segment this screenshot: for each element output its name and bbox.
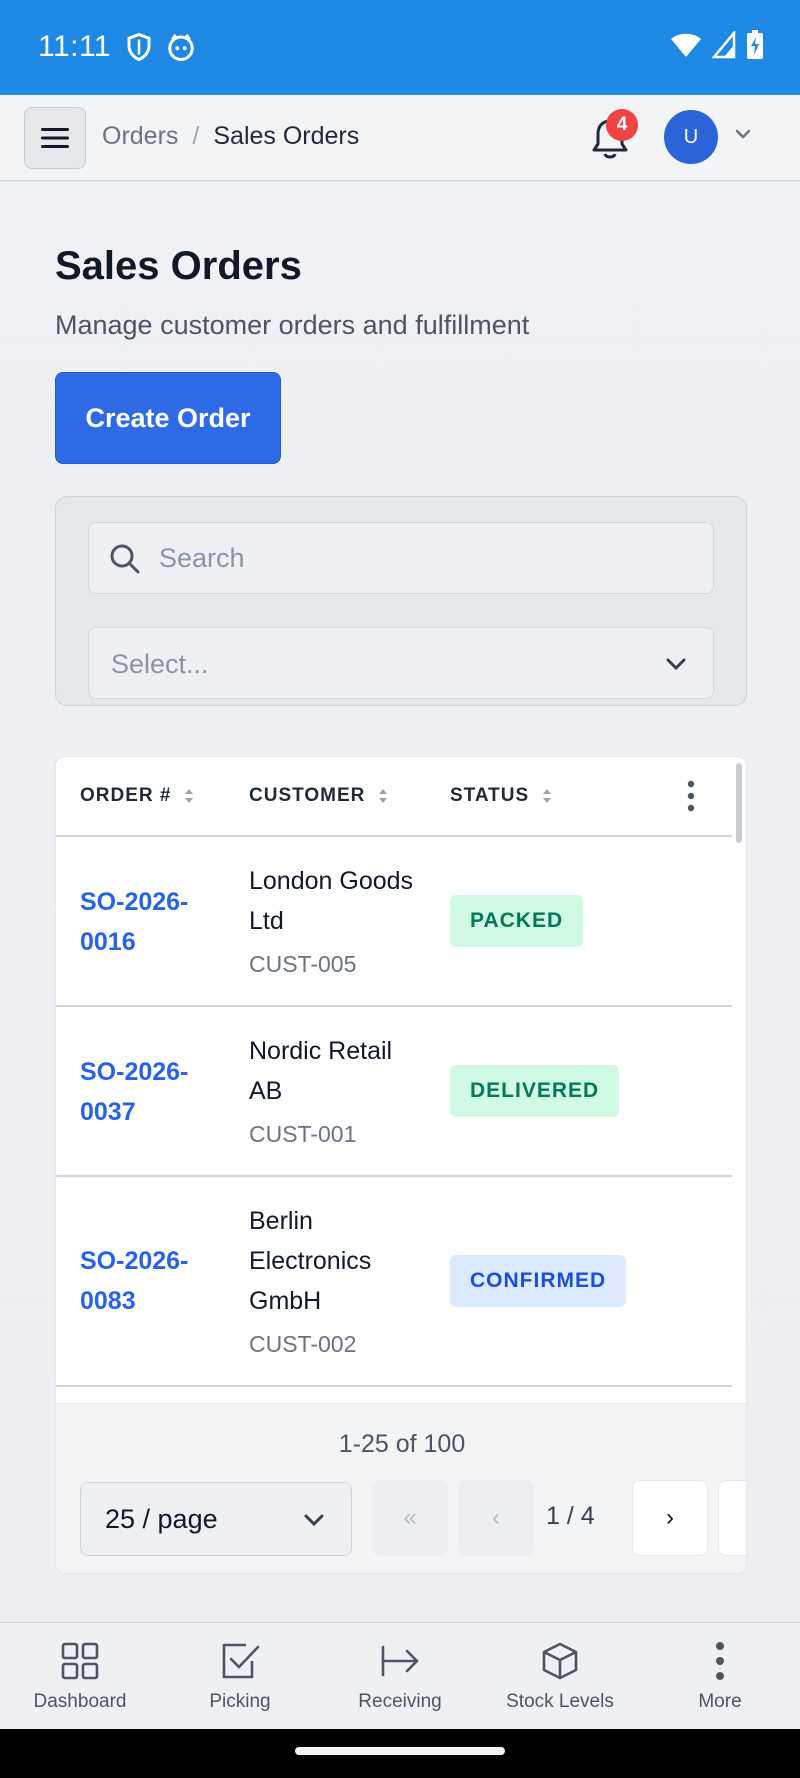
table-row[interactable]: SO-2026-0083 Berlin Electronics GmbH CUS… <box>56 1177 732 1387</box>
nav-picking[interactable]: Picking <box>165 1639 315 1713</box>
page-indicator: 1 / 4 <box>546 1502 595 1530</box>
notification-badge: 4 <box>606 109 638 141</box>
checkbox-icon <box>222 1643 260 1679</box>
customer-name: Berlin Electronics GmbH <box>249 1207 372 1315</box>
search-icon <box>110 544 140 574</box>
table-header: ORDER # CUSTOMER STATUS <box>56 757 732 837</box>
table-row[interactable]: SO-2026-0016 London Goods Ltd CUST-005 P… <box>56 837 732 1007</box>
system-navigation-bar <box>0 1729 800 1778</box>
breadcrumb: Orders / Sales Orders <box>102 122 359 151</box>
grid-icon <box>61 1642 99 1680</box>
top-header: Orders / Sales Orders 4 U <box>0 95 800 181</box>
main-content: Sales Orders Manage customer orders and … <box>0 182 800 1622</box>
column-header-status[interactable]: STATUS <box>450 785 553 807</box>
chevron-down-icon <box>666 658 686 671</box>
more-vertical-icon <box>716 1642 724 1680</box>
customer-id: CUST-005 <box>249 951 357 977</box>
order-link[interactable]: SO-2026-0016 <box>80 882 210 962</box>
shield-icon <box>127 32 151 62</box>
next-page-button[interactable]: › <box>632 1480 708 1556</box>
search-input[interactable] <box>159 523 699 593</box>
status-time: 11:11 <box>38 30 112 63</box>
nav-dashboard[interactable]: Dashboard <box>5 1639 155 1713</box>
hamburger-icon <box>41 128 69 148</box>
table-scrollbar[interactable] <box>736 763 742 843</box>
signal-icon <box>712 31 736 59</box>
column-header-label: STATUS <box>450 785 530 806</box>
select-placeholder: Select... <box>111 649 209 679</box>
nav-label: Picking <box>209 1691 271 1712</box>
customer-name: Nordic Retail AB <box>249 1037 393 1105</box>
nav-label: Stock Levels <box>506 1691 614 1712</box>
sort-icon <box>543 789 552 803</box>
pagination: 1-25 of 100 25 / page « ‹ 1 / 4 › <box>56 1403 746 1573</box>
home-indicator[interactable] <box>295 1747 505 1755</box>
page-subtitle: Manage customer orders and fulfillment <box>55 310 530 340</box>
nav-stock-levels[interactable]: Stock Levels <box>485 1639 635 1713</box>
filter-select[interactable]: Select... <box>88 627 714 699</box>
nav-label: Dashboard <box>33 1691 127 1712</box>
order-link[interactable]: SO-2026-0037 <box>80 1052 210 1132</box>
create-order-button[interactable]: Create Order <box>55 372 281 464</box>
column-menu-icon[interactable] <box>676 779 706 813</box>
cat-face-icon <box>168 33 194 61</box>
column-header-label: ORDER # <box>80 785 172 806</box>
chevron-down-icon <box>304 1514 324 1527</box>
page-title: Sales Orders <box>55 244 302 288</box>
status-icons <box>670 30 764 60</box>
status-badge: DELIVERED <box>450 1065 620 1117</box>
breadcrumb-current: Sales Orders <box>213 122 360 150</box>
avatar[interactable]: U <box>664 110 718 164</box>
nav-label: Receiving <box>358 1691 442 1712</box>
customer-name: London Goods Ltd <box>249 867 414 935</box>
battery-icon <box>747 30 763 59</box>
first-page-button[interactable]: « <box>372 1480 448 1556</box>
page-size-select[interactable]: 25 / page <box>80 1482 352 1556</box>
page-size-value: 25 / page <box>105 1504 218 1534</box>
pagination-summary: 1-25 of 100 <box>338 1430 466 1458</box>
breadcrumb-separator: / <box>192 122 200 150</box>
nav-receiving[interactable]: Receiving <box>325 1639 475 1713</box>
wifi-icon <box>671 33 701 57</box>
table-row[interactable]: SO-2026-0037 Nordic Retail AB CUST-001 D… <box>56 1007 732 1177</box>
bottom-navigation: Dashboard Picking Receiving Stock Levels… <box>0 1622 800 1729</box>
sort-icon <box>379 789 388 803</box>
orders-table: ORDER # CUSTOMER STATUS SO-2026-0016 Lon… <box>55 756 747 1574</box>
status-bar: 11:11 <box>0 0 800 95</box>
column-header-customer[interactable]: CUSTOMER <box>249 785 389 807</box>
search-box[interactable] <box>88 522 714 594</box>
arrow-right-bar-icon <box>381 1645 419 1677</box>
breadcrumb-orders[interactable]: Orders <box>102 122 178 151</box>
last-page-button[interactable] <box>718 1480 746 1556</box>
column-header-label: CUSTOMER <box>249 785 366 806</box>
box-icon <box>542 1642 578 1680</box>
order-link[interactable]: SO-2026-0083 <box>80 1241 210 1321</box>
filter-panel: Select... <box>55 496 747 706</box>
customer-id: CUST-002 <box>249 1331 357 1357</box>
prev-page-button[interactable]: ‹ <box>458 1480 534 1556</box>
status-badge: CONFIRMED <box>450 1255 627 1307</box>
nav-label: More <box>698 1691 742 1712</box>
nav-more[interactable]: More <box>645 1639 795 1713</box>
chevron-down-icon[interactable] <box>734 125 752 143</box>
menu-button[interactable] <box>24 107 86 169</box>
column-header-order[interactable]: ORDER # <box>80 785 195 807</box>
customer-id: CUST-001 <box>249 1121 357 1147</box>
status-badge: PACKED <box>450 895 584 947</box>
sort-icon <box>185 789 194 803</box>
